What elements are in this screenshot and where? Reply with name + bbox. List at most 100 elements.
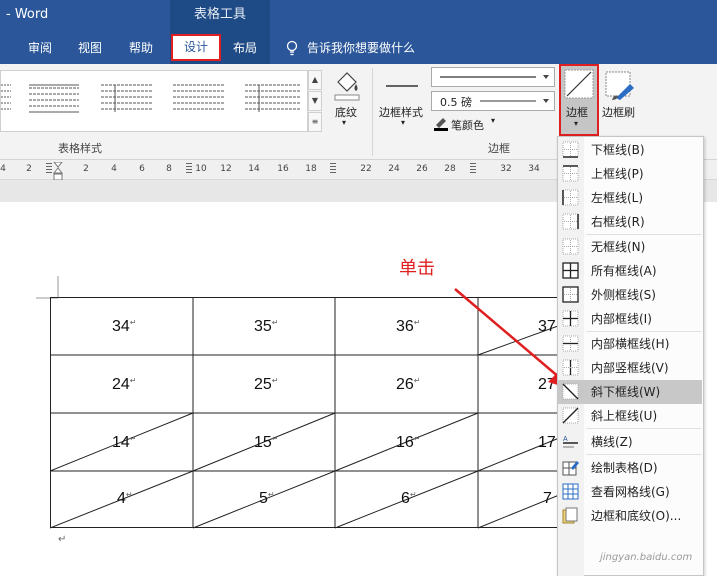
menu-separator — [586, 428, 702, 429]
menu-item-right-border[interactable]: 右框线(R) — [558, 210, 703, 234]
table-cell[interactable]: 36↵ — [396, 318, 421, 336]
paragraph-mark: ↵ — [409, 490, 417, 499]
cell-value: 36 — [396, 318, 414, 335]
table-cell[interactable]: 26↵ — [396, 376, 421, 394]
ruler-number: 2 — [26, 164, 32, 174]
horizontal-line-icon: A — [563, 436, 578, 448]
ruler-column-marker[interactable] — [186, 163, 192, 175]
cell-value: 5 — [259, 490, 268, 507]
ruler-column-marker[interactable] — [470, 163, 476, 175]
ruler-number: 14 — [248, 164, 260, 174]
cell-value: 16 — [396, 434, 414, 451]
window-title: - Word — [6, 7, 49, 22]
ruler-number: 12 — [220, 164, 232, 174]
menu-item-view-gridlines[interactable]: 查看网格线(G) — [558, 480, 703, 504]
table-cell[interactable]: 5↵ — [259, 490, 275, 508]
inside-horizontal-border-icon — [562, 335, 579, 352]
table-cell[interactable]: 6↵ — [401, 490, 417, 508]
tab-review[interactable]: 审阅 — [20, 32, 60, 64]
cell-value: 15 — [254, 434, 272, 451]
top-border-icon — [562, 165, 579, 182]
border-painter-icon[interactable] — [604, 70, 636, 102]
borders-button[interactable]: 边框 ▾ — [559, 64, 599, 136]
ruler-number: 26 — [416, 164, 428, 174]
ruler-number: 8 — [166, 164, 172, 174]
line-weight-preview-icon — [480, 99, 549, 103]
menu-item-draw-table[interactable]: 绘制表格(D) — [558, 456, 703, 480]
table-cell[interactable]: 17 — [538, 434, 556, 452]
menu-item-inside-horizontal-border[interactable]: 内部横框线(H) — [558, 332, 703, 356]
right-border-icon — [562, 213, 579, 230]
shading-bucket-icon[interactable] — [332, 68, 362, 102]
menu-item-label: 内部竖框线(V) — [591, 361, 669, 375]
ruler-column-marker[interactable] — [330, 163, 336, 175]
diagonal-border-icon — [564, 69, 594, 99]
menu-item-label: 下框线(B) — [591, 143, 645, 157]
shading-dropdown-icon[interactable]: ▾ — [342, 118, 346, 127]
table-style-gallery[interactable] — [0, 70, 308, 132]
menu-item-horizontal-line[interactable]: A 横线(Z) — [558, 430, 703, 454]
outside-borders-icon — [562, 286, 579, 303]
all-borders-icon — [562, 262, 579, 279]
ruler-number: 4 — [111, 164, 117, 174]
diagonal-up-border-icon — [562, 407, 579, 424]
table-cell[interactable]: 16↵ — [396, 434, 421, 452]
ruler-number: 28 — [444, 164, 456, 174]
table-cell[interactable]: 7 — [543, 490, 552, 508]
table-cell[interactable]: 34↵ — [112, 318, 137, 336]
pen-color-icon[interactable] — [433, 115, 449, 131]
border-painter-button[interactable]: 边框刷 — [602, 104, 635, 120]
draw-table-icon — [562, 461, 579, 476]
menu-item-outside-borders[interactable]: 外侧框线(S) — [558, 283, 703, 307]
tab-design[interactable]: 设计 — [171, 34, 221, 61]
menu-item-left-border[interactable]: 左框线(L) — [558, 186, 703, 210]
cell-value: 14 — [112, 434, 130, 451]
menu-item-borders-and-shading[interactable]: 边框和底纹(O)... — [558, 504, 703, 528]
ruler-number: 10 — [195, 164, 207, 174]
paragraph-mark: ↵ — [413, 318, 421, 327]
menu-item-top-border[interactable]: 上框线(P) — [558, 162, 703, 186]
table-cell[interactable]: 24↵ — [112, 376, 137, 394]
border-styles-dropdown-icon[interactable]: ▾ — [401, 118, 405, 127]
table-cell[interactable]: 25↵ — [254, 376, 279, 394]
paragraph-mark: ↵ — [271, 434, 279, 443]
line-weight-select[interactable]: 0.5 磅 — [431, 91, 555, 111]
ruler-number: 22 — [360, 164, 372, 174]
menu-item-label: 无框线(N) — [591, 240, 646, 254]
line-style-select[interactable] — [431, 67, 555, 87]
gallery-scroll-up-icon[interactable]: ▲ — [308, 70, 322, 90]
pen-color-dropdown-icon[interactable]: ▾ — [491, 116, 495, 125]
pen-color-button[interactable]: 笔颜色 — [451, 117, 484, 133]
ruler-number: 16 — [277, 164, 289, 174]
ruler-number: 6 — [139, 164, 145, 174]
tab-view[interactable]: 视图 — [72, 32, 108, 64]
gallery-scroll-down-icon[interactable]: ▼ — [308, 91, 322, 111]
menu-item-label: 斜上框线(U) — [591, 409, 658, 423]
menu-item-label: 边框和底纹(O)... — [591, 509, 682, 523]
ruler-column-marker[interactable] — [46, 163, 52, 175]
menu-item-inside-vertical-border[interactable]: 内部竖框线(V) — [558, 356, 703, 380]
tab-help[interactable]: 帮助 — [122, 32, 160, 64]
click-annotation: 单击 — [399, 258, 435, 279]
border-styles-icon[interactable] — [384, 72, 420, 100]
menu-item-all-borders[interactable]: 所有框线(A) — [558, 259, 703, 283]
menu-item-diagonal-down-border[interactable]: 斜下框线(W) — [558, 380, 703, 404]
borders-group-label: 边框 — [488, 142, 510, 155]
menu-item-label: 所有框线(A) — [591, 264, 657, 278]
gallery-more-icon[interactable]: ≡ — [308, 112, 322, 132]
paragraph-mark: ↵ — [271, 376, 279, 385]
diagonal-down-border-icon — [562, 383, 579, 400]
tab-layout[interactable]: 布局 — [226, 32, 264, 64]
no-border-icon — [562, 238, 579, 255]
table-cell[interactable]: 14↵ — [112, 434, 137, 452]
tell-me-search[interactable]: 告诉我你想要做什么 — [307, 32, 437, 64]
menu-item-inside-borders[interactable]: 内部框线(I) — [558, 307, 703, 331]
menu-item-bottom-border[interactable]: 下框线(B) — [558, 138, 703, 162]
cell-value: 35 — [254, 318, 272, 335]
table-cell[interactable]: 15↵ — [254, 434, 279, 452]
cell-value: 4 — [117, 490, 126, 507]
menu-item-no-border[interactable]: 无框线(N) — [558, 235, 703, 259]
menu-item-diagonal-up-border[interactable]: 斜上框线(U) — [558, 404, 703, 428]
table-cell[interactable]: 35↵ — [254, 318, 279, 336]
table-cell[interactable]: 4↵ — [117, 490, 133, 508]
